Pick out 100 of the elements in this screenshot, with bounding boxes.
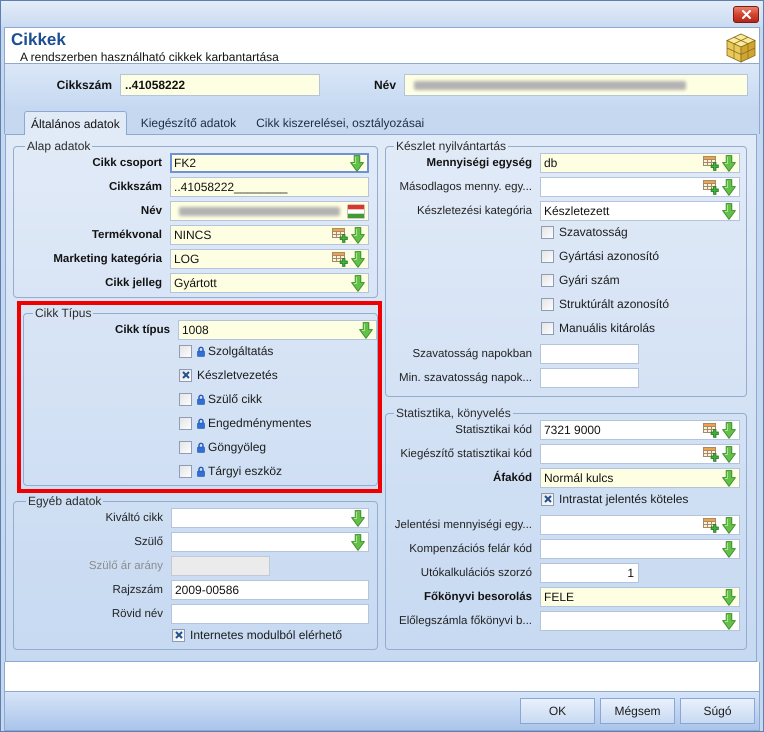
- arrow-down-icon[interactable]: [722, 612, 736, 630]
- dropdown-field[interactable]: Készletezett: [540, 201, 740, 221]
- input-field[interactable]: [404, 74, 748, 96]
- checkbox[interactable]: [172, 628, 185, 642]
- arrow-down-icon[interactable]: [351, 250, 365, 268]
- checkbox[interactable]: [541, 322, 554, 334]
- checkbox[interactable]: [179, 344, 192, 358]
- dialog-button[interactable]: Súgó: [680, 698, 755, 724]
- arrow-down-icon[interactable]: [351, 226, 365, 244]
- input-field[interactable]: 2009-00586: [171, 580, 369, 600]
- field-label: Rajzszám: [112, 583, 163, 597]
- dropdown-field[interactable]: db: [540, 153, 740, 173]
- checkbox[interactable]: [179, 368, 192, 382]
- checkbox-label: Struktúrált azonosító: [559, 297, 670, 311]
- arrow-down-icon[interactable]: [722, 516, 736, 534]
- input-field[interactable]: ..41058222: [120, 74, 320, 96]
- tab[interactable]: Kiegészítő adatok: [134, 112, 242, 134]
- dropdown-field[interactable]: [540, 515, 740, 535]
- field-label: Cikk csoport: [92, 156, 162, 170]
- table-add-icon[interactable]: [703, 422, 719, 438]
- table-add-icon[interactable]: [703, 156, 719, 170]
- close-button[interactable]: [733, 6, 759, 23]
- field-label: Jelentési mennyiségi egy...: [394, 518, 532, 532]
- arrow-down-icon[interactable]: [722, 202, 736, 220]
- number-field[interactable]: [540, 368, 639, 388]
- arrow-down-icon[interactable]: [351, 534, 365, 550]
- number-field[interactable]: [540, 344, 639, 364]
- group-title: Készlet nyilvántartás: [395, 139, 508, 153]
- input-field[interactable]: [170, 201, 369, 221]
- arrow-down-icon[interactable]: [350, 154, 364, 172]
- checkbox-label: Készletvezetés: [197, 368, 278, 382]
- checkbox[interactable]: [179, 416, 192, 430]
- field-label: Szülő: [134, 535, 163, 549]
- input-field[interactable]: [171, 604, 369, 624]
- checkbox-label: Tárgyi eszköz: [208, 464, 282, 478]
- arrow-down-icon[interactable]: [351, 274, 365, 292]
- checkbox-label: Intrastat jelentés köteles: [559, 492, 688, 506]
- arrow-down-icon[interactable]: [722, 446, 736, 462]
- tab[interactable]: Általános adatok: [24, 111, 127, 135]
- dropdown-field[interactable]: FELE: [540, 587, 740, 607]
- number-field[interactable]: 1: [540, 563, 639, 583]
- checkbox[interactable]: [541, 298, 554, 310]
- dropdown-field[interactable]: [171, 508, 369, 528]
- tab[interactable]: Cikk kiszerelései, osztályozásai: [250, 112, 430, 134]
- table-add-icon[interactable]: [332, 252, 348, 266]
- field-label: Név: [140, 204, 162, 218]
- field-label: Kiváltó cikk: [105, 511, 163, 525]
- table-add-icon[interactable]: [703, 180, 719, 194]
- dialog-button[interactable]: Mégsem: [600, 698, 675, 724]
- dropdown-field[interactable]: NINCS: [170, 225, 369, 245]
- close-icon: [742, 10, 750, 19]
- flag-icon[interactable]: [347, 204, 365, 218]
- dropdown-field[interactable]: Gyártott: [170, 273, 369, 293]
- arrow-down-icon[interactable]: [351, 510, 365, 526]
- checkbox[interactable]: [541, 226, 554, 238]
- group-title: Cikk Típus: [34, 306, 92, 320]
- arrow-down-icon[interactable]: [722, 178, 736, 196]
- checkbox[interactable]: [179, 440, 192, 454]
- field-label: Cikkszám: [56, 78, 112, 92]
- dialog-button[interactable]: OK: [520, 698, 595, 724]
- dropdown-field[interactable]: Normál kulcs: [540, 468, 740, 488]
- dropdown-field[interactable]: 1008: [178, 320, 377, 340]
- input-field[interactable]: ..41058222________: [170, 177, 369, 197]
- dropdown-field[interactable]: [540, 444, 740, 464]
- table-add-icon[interactable]: [332, 228, 348, 242]
- table-add-icon[interactable]: [703, 446, 719, 462]
- field-label: Másodlagos menny. egy...: [399, 180, 532, 194]
- field-label: Statisztikai kód: [455, 423, 532, 437]
- dropdown-field[interactable]: [540, 539, 740, 559]
- field-label: Min. szavatosság napok...: [399, 371, 532, 385]
- field-label: Készletezési kategória: [416, 204, 532, 218]
- field-label: Termékvonal: [92, 228, 162, 242]
- arrow-down-icon[interactable]: [722, 422, 736, 438]
- arrow-down-icon[interactable]: [722, 470, 736, 486]
- dropdown-field[interactable]: 7321 9000: [540, 420, 740, 440]
- checkbox[interactable]: [541, 274, 554, 286]
- checkbox[interactable]: [541, 492, 554, 506]
- checkbox-label: Gyári szám: [559, 273, 620, 287]
- dropdown-field[interactable]: [540, 177, 740, 197]
- arrow-down-icon[interactable]: [359, 322, 373, 338]
- arrow-down-icon[interactable]: [722, 540, 736, 558]
- dropdown-field[interactable]: FK2: [170, 153, 369, 173]
- arrow-down-icon[interactable]: [722, 588, 736, 606]
- table-add-icon[interactable]: [703, 518, 719, 532]
- checkbox[interactable]: [541, 250, 554, 262]
- checkbox[interactable]: [179, 392, 192, 406]
- dropdown-field[interactable]: [540, 611, 740, 631]
- checkbox-label: Szavatosság: [559, 225, 628, 239]
- checkbox[interactable]: [179, 464, 192, 478]
- checkbox-label: Szülő cikk: [208, 392, 262, 406]
- window-subtitle: A rendszerben használható cikkek karbantartása: [19, 50, 279, 64]
- field-label: Cikkszám: [108, 180, 162, 194]
- checkbox-label: Engedménymentes: [208, 416, 312, 430]
- field-label: Név: [374, 78, 396, 92]
- field-label: Áfakód: [493, 471, 532, 485]
- dropdown-field[interactable]: LOG: [170, 249, 369, 269]
- arrow-down-icon[interactable]: [722, 154, 736, 172]
- dropdown-field[interactable]: [171, 532, 369, 552]
- cross-mark-icon: [182, 371, 190, 379]
- field-label: Utókalkulációs szorzó: [420, 566, 532, 580]
